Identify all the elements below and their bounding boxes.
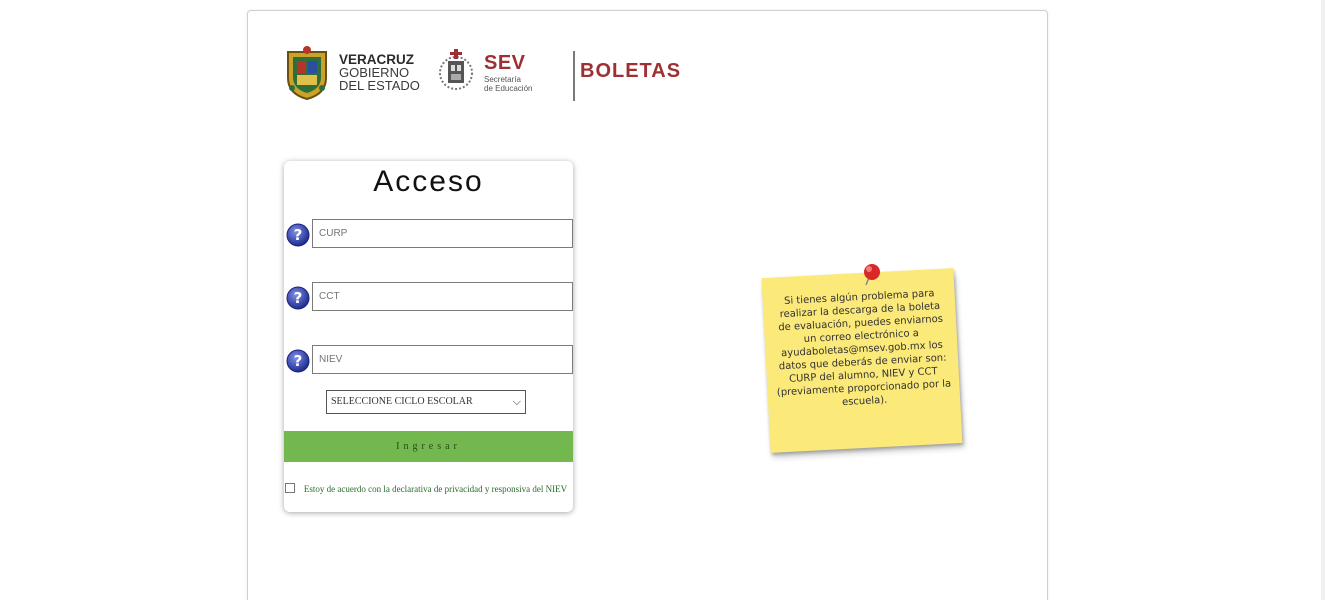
pushpin-icon xyxy=(864,264,880,286)
svg-text:?: ? xyxy=(294,289,303,307)
niev-row: ? xyxy=(286,345,573,375)
sev-crest-icon xyxy=(439,49,473,90)
cct-row: ? xyxy=(286,282,573,312)
curp-row: ? xyxy=(286,219,573,249)
scrollbar-track[interactable] xyxy=(1321,0,1325,600)
login-title: Acceso xyxy=(373,165,484,198)
question-circle-icon[interactable]: ? xyxy=(286,223,310,247)
secretaria-text: Secretaría xyxy=(484,75,521,84)
curp-input[interactable] xyxy=(312,219,573,248)
chevron-down-icon: ⌵ xyxy=(512,396,521,408)
cct-input[interactable] xyxy=(312,282,573,311)
help-sticky-note: Si tienes algún problema para realizar l… xyxy=(758,261,968,461)
svg-text:?: ? xyxy=(294,352,303,370)
sev-subtitle: Secretaría de Educación xyxy=(484,75,532,93)
note-text: Si tienes algún problema para realizar l… xyxy=(776,288,952,409)
veracruz-logo: VERACRUZ GOBIERNO DEL ESTADO xyxy=(284,44,424,104)
page-frame: VERACRUZ GOBIERNO DEL ESTADO SEV Secreta… xyxy=(247,10,1048,600)
ciclo-escolar-value: SELECCIONE CICLO ESCOLAR xyxy=(331,396,473,407)
svg-text:?: ? xyxy=(294,226,303,244)
veracruz-logo-text: VERACRUZ GOBIERNO DEL ESTADO xyxy=(339,53,420,92)
question-circle-icon[interactable]: ? xyxy=(286,349,310,373)
logo-divider xyxy=(573,51,575,101)
privacy-checkbox[interactable] xyxy=(285,483,295,493)
privacy-agreement-text: Estoy de acuerdo con la declarativa de p… xyxy=(303,484,568,494)
app-title: BOLETAS xyxy=(580,60,682,82)
ingresar-button[interactable]: Ingresar xyxy=(284,431,573,462)
login-card: Acceso ? ? ? S xyxy=(284,161,573,512)
sev-logo: SEV Secretaría de Educación xyxy=(438,47,548,97)
veracruz-crest-icon xyxy=(287,46,327,100)
ciclo-escolar-select[interactable]: SELECCIONE CICLO ESCOLAR ⌵ xyxy=(326,390,526,414)
question-circle-icon[interactable]: ? xyxy=(286,286,310,310)
sev-name: SEV xyxy=(484,52,526,74)
del-estado-text: DEL ESTADO xyxy=(339,78,420,93)
niev-input[interactable] xyxy=(312,345,573,374)
de-educacion-text: de Educación xyxy=(484,84,533,93)
